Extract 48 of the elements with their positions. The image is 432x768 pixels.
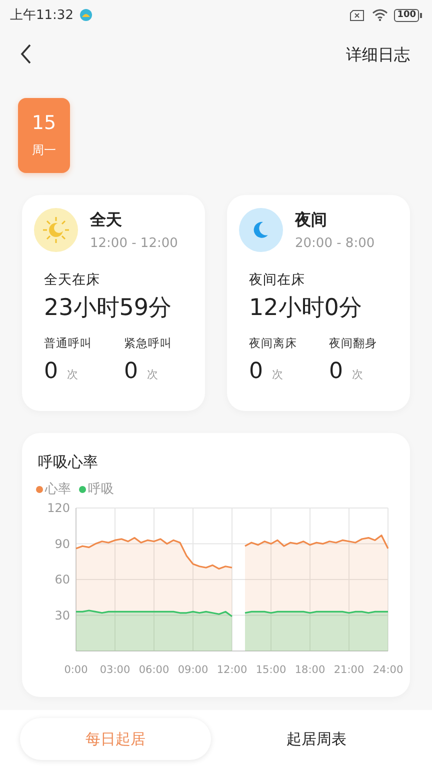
stat-value: 0 (329, 359, 343, 384)
stat-label: 夜间翻身 (329, 336, 378, 351)
detail-log-link[interactable]: 详细日志 (342, 40, 414, 70)
time-range: 20:00 - 8:00 (295, 236, 375, 250)
axis-label: 30 (54, 608, 70, 622)
day-number: 15 (32, 112, 56, 134)
total-duration: 23小时59分 (44, 294, 173, 323)
app-icon (79, 8, 94, 22)
battery-icon: 100 (394, 8, 422, 22)
axis-label: 18:00 (294, 664, 326, 676)
moon-icon (239, 208, 283, 252)
stat-label: 普通呼叫 (44, 336, 93, 351)
axis-label: 06:00 (138, 664, 170, 676)
sim-x-icon (350, 10, 364, 20)
back-icon[interactable] (20, 44, 32, 64)
axis-label: 120 (47, 501, 70, 515)
total-duration: 12小时0分 (249, 294, 363, 323)
stat-value: 0 (124, 359, 138, 384)
stat-unit: 次 (147, 367, 158, 382)
axis-label: 21:00 (334, 664, 364, 676)
axis-label: 24:00 (372, 664, 404, 676)
weekday-label: 周一 (32, 142, 56, 159)
tab[interactable]: 起居周表 (221, 718, 412, 760)
stat-label: 夜间离床 (249, 336, 298, 351)
legend-label: 呼吸 (88, 481, 114, 498)
time-range: 12:00 - 12:00 (90, 236, 178, 250)
total-label: 夜间在床 (249, 271, 306, 289)
sun-icon (34, 208, 78, 252)
chart-title: 呼吸心率 (38, 453, 99, 472)
stat-value: 0 (44, 359, 58, 384)
axis-label: 12:00 (216, 664, 248, 676)
wifi-icon (372, 9, 388, 21)
stat-unit: 次 (352, 367, 363, 382)
axis-label: 0:00 (64, 664, 88, 676)
card-title: 夜间 (295, 210, 328, 230)
axis-label: 03:00 (100, 664, 130, 676)
stat-unit: 次 (272, 367, 283, 382)
legend-label: 心率 (45, 481, 71, 498)
stat-label: 紧急呼叫 (124, 336, 173, 351)
status-time: 上午11:32 (10, 7, 74, 24)
axis-label: 60 (54, 572, 70, 586)
axis-label: 15:00 (256, 664, 286, 676)
stat-unit: 次 (67, 367, 78, 382)
axis-label: 09:00 (178, 664, 208, 676)
card-title: 全天 (90, 210, 123, 230)
stat-value: 0 (249, 359, 263, 384)
axis-label: 90 (54, 536, 70, 551)
total-label: 全天在床 (44, 271, 101, 289)
